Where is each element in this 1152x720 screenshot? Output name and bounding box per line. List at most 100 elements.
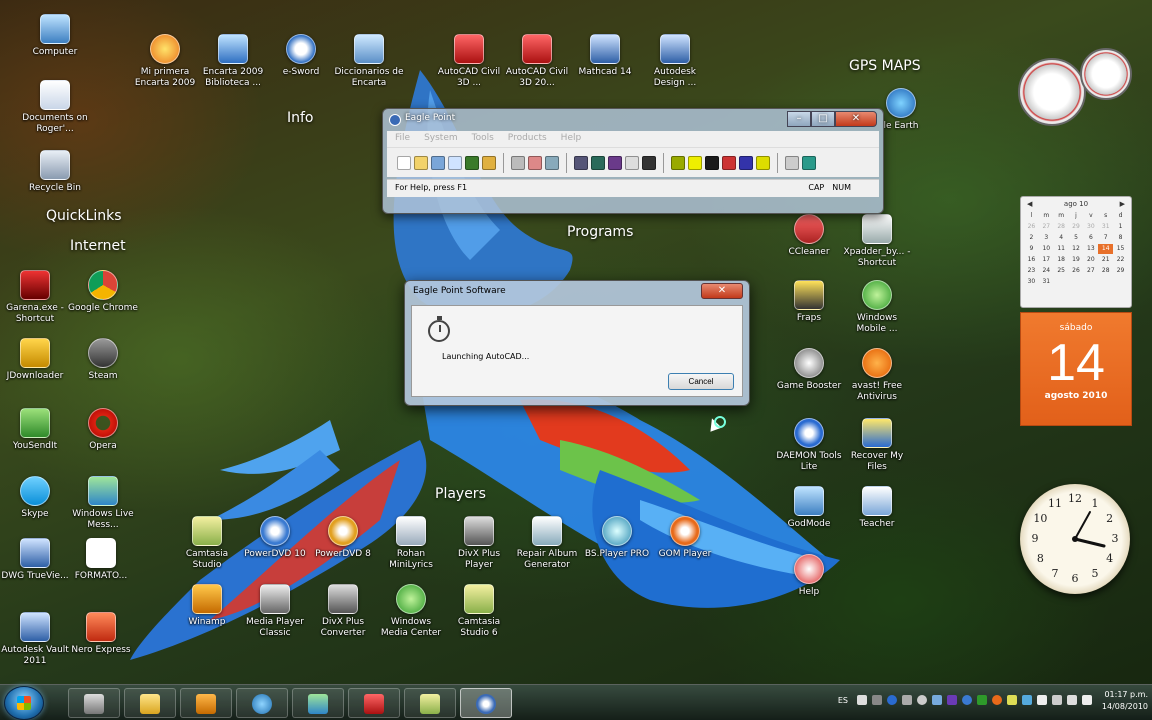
calendar-day-cell[interactable]: 10 [1039, 244, 1054, 254]
taskbar-clock[interactable]: 01:17 p.m. 14/08/2010 [1094, 689, 1148, 713]
desktop-icon-help[interactable]: Help [774, 554, 844, 598]
survey-icon[interactable] [465, 155, 479, 170]
desktop-icon-autocad-civil-1[interactable]: AutoCAD Civil 3D ... [434, 34, 504, 89]
desktop-icon-opera[interactable]: Opera [68, 408, 138, 452]
desktop-icon-esword[interactable]: e-Sword [266, 34, 336, 78]
onenote-icon[interactable] [947, 695, 957, 705]
desktop-icon-steam[interactable]: Steam [68, 338, 138, 382]
desktop-icon-game-booster[interactable]: Game Booster [774, 348, 844, 392]
language-indicator[interactable]: ES [838, 696, 848, 705]
calendar-day-cell[interactable]: 30 [1083, 222, 1098, 232]
dialog-close-button[interactable]: ✕ [701, 283, 743, 299]
desktop-icon-minilyrics[interactable]: Rohan MiniLyrics [376, 516, 446, 571]
calendar-day-cell[interactable]: 28 [1098, 266, 1113, 276]
calendar-day-cell[interactable]: 11 [1054, 244, 1069, 254]
launch-dialog[interactable]: Eagle Point Software ✕ Launching AutoCAD… [404, 280, 750, 406]
next-month-icon[interactable]: ▶ [1120, 200, 1125, 208]
calendar-day-cell[interactable]: 13 [1083, 244, 1098, 254]
display-icon[interactable] [902, 695, 912, 705]
sync-icon[interactable] [977, 695, 987, 705]
desktop-icon-divx-converter[interactable]: DivX Plus Converter [308, 584, 378, 639]
menu-help[interactable]: Help [561, 133, 582, 145]
maximize-button[interactable]: □ [811, 111, 835, 127]
calendar-day-cell[interactable]: 22 [1113, 255, 1128, 265]
dialog-titlebar[interactable]: Eagle Point Software ✕ [405, 281, 749, 303]
desktop-icon-diccionarios[interactable]: Diccionarios de Encarta [334, 34, 404, 89]
calendar-month-gadget[interactable]: ◀ ago 10 ▶ l m m j v s d 26 27 28 29 30 31 1 2 3 4 5 6 7 8 9 1… [1020, 196, 1132, 308]
taskbar-item-camtasia[interactable] [404, 688, 456, 718]
calendar-day-cell[interactable]: 30 [1024, 277, 1039, 287]
calendar-day-cell[interactable]: 31 [1098, 222, 1113, 232]
desktop-icon-autocad-civil-2[interactable]: AutoCAD Civil 3D 20... [502, 34, 572, 89]
desktop-icon-documents[interactable]: Documents on Roger'... [20, 80, 90, 135]
bluetooth-icon[interactable] [887, 695, 897, 705]
open-folder-icon[interactable] [414, 155, 428, 170]
calendar-day-cell[interactable]: 26 [1024, 222, 1039, 232]
calendar-day-cell[interactable]: 14 [1098, 244, 1114, 254]
eagle-point-titlebar[interactable]: Eagle Point – □ ✕ [383, 109, 883, 131]
desktop-icon-yousendit[interactable]: YouSendIt [0, 408, 70, 452]
flag-icon[interactable] [1037, 695, 1047, 705]
messenger-tray-icon[interactable] [962, 695, 972, 705]
calendar-day-cell[interactable]: 9 [1024, 244, 1039, 254]
device-icon[interactable] [872, 695, 882, 705]
taskbar-item-explorer[interactable] [124, 688, 176, 718]
disk-icon[interactable] [917, 695, 927, 705]
calendar-day-cell[interactable]: 1 [1113, 222, 1128, 232]
desktop-icon-daemon[interactable]: DAEMON Tools Lite [774, 418, 844, 473]
grid-icon[interactable] [705, 155, 719, 170]
desktop-icon-computer[interactable]: Computer [20, 14, 90, 58]
desktop-icon-windows-live[interactable]: Windows Live Mess... [68, 476, 138, 531]
desktop-icon-recover[interactable]: Recover My Files [842, 418, 912, 473]
calendar-day-cell[interactable]: 15 [1113, 244, 1128, 254]
cloud-icon[interactable] [785, 155, 799, 170]
calendar-day-cell[interactable]: 27 [1083, 266, 1098, 276]
tray-app-icon[interactable] [1007, 695, 1017, 705]
menu-tools[interactable]: Tools [472, 133, 494, 145]
prev-month-icon[interactable]: ◀ [1027, 200, 1032, 208]
taskbar-item-messenger[interactable] [292, 688, 344, 718]
volume-icon[interactable] [1082, 695, 1092, 705]
taskbar-item-ie[interactable] [236, 688, 288, 718]
desktop-icon-mi-primera-encarta[interactable]: Mi primera Encarta 2009 [130, 34, 200, 89]
tower-icon[interactable] [642, 155, 656, 170]
copy-icon[interactable] [511, 155, 525, 170]
export-icon[interactable] [545, 155, 559, 170]
tripod-icon[interactable] [574, 155, 588, 170]
calendar-day-cell[interactable]: 17 [1039, 255, 1054, 265]
desktop-icon-mathcad[interactable]: Mathcad 14 [570, 34, 640, 78]
taskbar-item-tool[interactable] [180, 688, 232, 718]
desktop-icon-skype[interactable]: Skype [0, 476, 70, 520]
calendar-day-cell[interactable]: 20 [1083, 255, 1098, 265]
cpu-meter-gadget[interactable] [1018, 48, 1134, 128]
calendar-day-cell[interactable]: 4 [1054, 233, 1069, 243]
desktop-icon-chrome[interactable]: Google Chrome [68, 270, 138, 314]
taskbar-item-autocad[interactable] [348, 688, 400, 718]
menu-system[interactable]: System [424, 133, 458, 145]
menu-products[interactable]: Products [508, 133, 547, 145]
desktop-icon-recycle-bin[interactable]: Recycle Bin [20, 150, 90, 194]
minimize-button[interactable]: – [787, 111, 811, 127]
project-icon[interactable] [448, 155, 462, 170]
calendar-day-cell[interactable]: 23 [1024, 266, 1039, 276]
desktop-icon-winamp[interactable]: Winamp [172, 584, 242, 628]
calendar-day-cell[interactable]: 21 [1098, 255, 1113, 265]
power-icon[interactable] [1052, 695, 1062, 705]
desktop-icon-windows-mobile[interactable]: Windows Mobile ... [842, 280, 912, 335]
desktop-icon-camtasia-studio-2[interactable]: Camtasia Studio 6 [444, 584, 514, 639]
eagle-point-window[interactable]: Eagle Point – □ ✕ File System Tools Prod… [382, 108, 884, 214]
terrain-icon[interactable] [591, 155, 605, 170]
desktop-icon-windows-media-center[interactable]: Windows Media Center [376, 584, 446, 639]
desktop-icon-formato[interactable]: FORMATO... [66, 538, 136, 582]
phone-icon[interactable] [1022, 695, 1032, 705]
desktop-icon-powerdvd10[interactable]: PowerDVD 10 [240, 516, 310, 560]
calendar-day-cell[interactable]: 6 [1083, 233, 1098, 243]
road-icon[interactable] [608, 155, 622, 170]
desktop-icon-autodesk-design[interactable]: Autodesk Design ... [640, 34, 710, 89]
taskbar-item-mobile[interactable] [68, 688, 120, 718]
site-icon[interactable] [671, 155, 685, 170]
calendar-day-cell[interactable]: 2 [1024, 233, 1039, 243]
desktop-icon-camtasia-studio[interactable]: Camtasia Studio [172, 516, 242, 571]
avast-tray-icon[interactable] [992, 695, 1002, 705]
desktop-icon-nero[interactable]: Nero Express [66, 612, 136, 656]
